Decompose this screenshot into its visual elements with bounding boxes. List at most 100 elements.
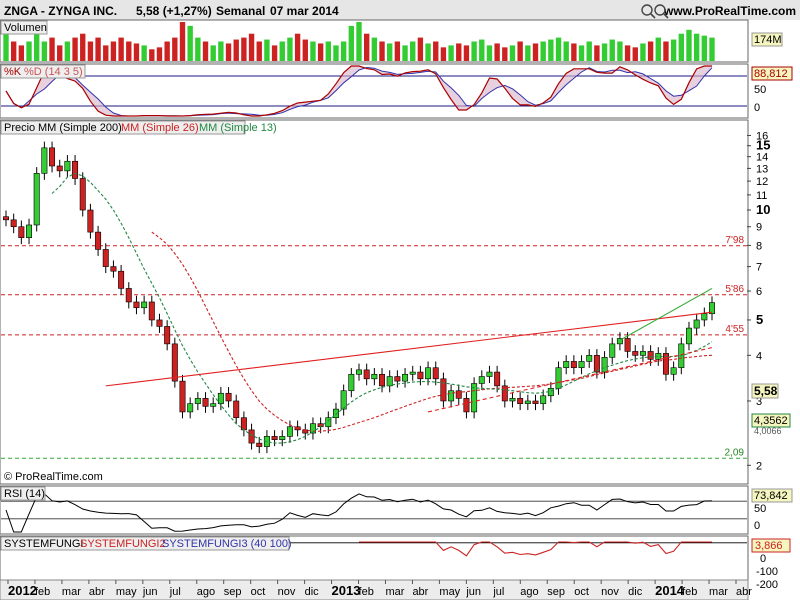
y-tick-label: 4 bbox=[756, 350, 762, 362]
candle-body bbox=[632, 351, 639, 356]
x-tick-label: jul bbox=[492, 586, 504, 598]
candle-body bbox=[171, 343, 178, 382]
candle-body bbox=[18, 226, 25, 238]
x-tick-label: jul bbox=[169, 586, 181, 598]
candle-body bbox=[325, 417, 332, 428]
candle-body bbox=[647, 351, 654, 360]
volume-bar bbox=[233, 39, 239, 61]
volume-bar bbox=[149, 49, 155, 61]
x-tick-label: oct bbox=[574, 586, 589, 598]
candle-body bbox=[432, 367, 439, 380]
volume-bar bbox=[34, 33, 40, 61]
volume-bar bbox=[187, 25, 193, 61]
x-tick-label: may bbox=[439, 586, 460, 598]
volume-bar bbox=[417, 37, 424, 61]
candle-body bbox=[356, 369, 362, 375]
volume-bar bbox=[471, 41, 477, 61]
volume-bar bbox=[448, 45, 454, 61]
volume-bar bbox=[394, 41, 401, 61]
candle-body bbox=[26, 224, 33, 238]
ma-badge-2: 4,0066 bbox=[754, 426, 782, 436]
volume-bar bbox=[333, 45, 339, 61]
volume-bar bbox=[578, 45, 585, 61]
sysfungi-label-2[interactable]: SYSTEMFUNGI2 bbox=[80, 538, 166, 550]
candle-body bbox=[524, 400, 531, 404]
volume-bar bbox=[617, 41, 623, 61]
candle-body bbox=[210, 403, 217, 407]
volume-bar bbox=[172, 37, 178, 61]
volume-bar bbox=[517, 41, 523, 61]
y-tick-label: 15 bbox=[756, 138, 770, 153]
ma200-label[interactable]: MM (Simple 200) bbox=[38, 122, 122, 134]
volume-label[interactable]: Volumen bbox=[4, 22, 47, 34]
volume-bar bbox=[302, 39, 308, 61]
volume-bar bbox=[410, 41, 416, 61]
candle-body bbox=[494, 371, 501, 387]
y-tick-label: 6 bbox=[756, 286, 762, 298]
stoch-k-label[interactable]: %K bbox=[4, 66, 22, 78]
volume-bar bbox=[479, 39, 485, 61]
volume-bar bbox=[709, 37, 715, 61]
volume-bar bbox=[563, 41, 569, 61]
sysfungi-tick-100: -100 bbox=[756, 566, 778, 578]
x-tick-label: feb bbox=[359, 586, 374, 598]
volume-bar bbox=[317, 43, 324, 61]
ma13-label[interactable]: MM (Simple 13) bbox=[199, 122, 277, 134]
candle-body bbox=[425, 367, 432, 380]
volume-bar bbox=[64, 41, 71, 61]
volume-bar bbox=[287, 37, 293, 61]
volume-bar bbox=[678, 33, 684, 61]
x-tick-label: abr bbox=[736, 586, 752, 598]
x-tick-label: ago bbox=[520, 586, 538, 598]
candle-body bbox=[225, 392, 232, 402]
volume-bar bbox=[701, 35, 708, 61]
candle-body bbox=[133, 301, 140, 309]
candle-body bbox=[187, 403, 194, 413]
site-name[interactable]: www.ProRealTime.com bbox=[663, 4, 796, 18]
volume-bar bbox=[103, 45, 109, 61]
candle-body bbox=[110, 266, 117, 272]
volume-bar bbox=[241, 37, 247, 61]
volume-bar bbox=[555, 37, 562, 61]
period-label: Semanal bbox=[216, 4, 265, 18]
volume-bar bbox=[548, 39, 554, 61]
volume-bar bbox=[325, 41, 331, 61]
candle-body bbox=[639, 351, 646, 356]
x-tick-label: 2012 bbox=[8, 583, 37, 598]
volume-bar bbox=[126, 41, 132, 61]
level-label: 4'55 bbox=[725, 324, 744, 335]
volume-bar bbox=[279, 41, 285, 61]
candle-body bbox=[102, 249, 109, 267]
volume-bar bbox=[486, 45, 493, 61]
candle-body bbox=[379, 373, 386, 387]
candle-body bbox=[348, 373, 355, 392]
x-tick-label: may bbox=[116, 586, 137, 598]
sysfungi-label-3[interactable]: SYSTEMFUNGI3 (40 100) bbox=[162, 538, 292, 550]
volume-bar bbox=[586, 41, 592, 61]
volume-bar bbox=[502, 47, 508, 61]
volume-bar bbox=[387, 43, 393, 61]
candle-body bbox=[363, 369, 370, 380]
sysfungi-label-1[interactable]: SYSTEMFUNGI bbox=[4, 538, 83, 550]
level-label: 7'98 bbox=[725, 235, 744, 246]
sysfungi-tick-200: -200 bbox=[756, 579, 778, 591]
rsi-tick-0: 0 bbox=[754, 520, 760, 532]
candle-body bbox=[440, 378, 447, 402]
candle-body bbox=[49, 147, 56, 167]
candle-body bbox=[417, 371, 424, 380]
stoch-d-label[interactable]: %D (14 3 5) bbox=[24, 66, 83, 78]
y-tick-label: 8 bbox=[756, 240, 762, 252]
ma26-label[interactable]: MM (Simple 26) bbox=[121, 122, 199, 134]
candle-body bbox=[563, 361, 570, 369]
price-label[interactable]: Precio bbox=[4, 122, 35, 134]
x-tick-label: abr bbox=[412, 586, 428, 598]
candle-body bbox=[685, 327, 692, 345]
candle-body bbox=[478, 376, 485, 384]
volume-bar bbox=[433, 41, 439, 61]
volume-bar bbox=[540, 41, 546, 61]
candle-body bbox=[41, 147, 48, 174]
rsi-label[interactable]: RSI (14) bbox=[4, 488, 45, 500]
candle-body bbox=[194, 398, 201, 404]
volume-bar bbox=[640, 43, 646, 61]
candle-body bbox=[509, 398, 516, 402]
